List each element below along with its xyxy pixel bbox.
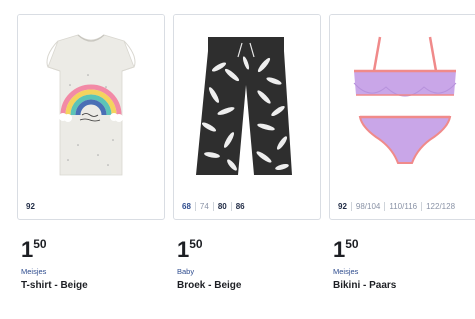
pants-image[interactable] xyxy=(174,15,320,199)
product-title[interactable]: T-shirt - Beige xyxy=(21,280,165,291)
product-title[interactable]: Bikini - Paars xyxy=(333,280,475,291)
price: 150 xyxy=(177,237,321,262)
product-category: Baby xyxy=(177,267,195,276)
price-integer: 1 xyxy=(333,237,345,262)
size-list: 68 74 80 86 xyxy=(182,202,249,211)
product-image-frame[interactable]: 92 xyxy=(17,14,165,220)
price: 150 xyxy=(333,237,475,262)
size-option[interactable]: 80 xyxy=(212,202,231,211)
size-list: 92 xyxy=(26,202,39,211)
price-decimal: 50 xyxy=(345,237,359,251)
size-option[interactable]: 92 xyxy=(26,202,39,211)
product-card-broek[interactable]: 68 74 80 86 150 Baby Broek - Beige xyxy=(173,14,321,291)
size-option-unavailable: 122/128 xyxy=(421,202,459,211)
size-option[interactable]: 86 xyxy=(230,202,249,211)
price-integer: 1 xyxy=(177,237,189,262)
product-card-bikini[interactable]: 92 98/104 110/116 122/128 150 Meisjes Bi… xyxy=(329,14,475,291)
size-option[interactable]: 92 xyxy=(338,202,351,211)
size-option-unavailable: 74 xyxy=(194,202,213,211)
price: 150 xyxy=(21,237,165,262)
price-decimal: 50 xyxy=(189,237,203,251)
product-title[interactable]: Broek - Beige xyxy=(177,280,321,291)
price-integer: 1 xyxy=(21,237,33,262)
product-card-tshirt[interactable]: 92 150 Meisjes T-shirt - Beige xyxy=(17,14,165,291)
product-image-frame[interactable]: 92 98/104 110/116 122/128 xyxy=(329,14,475,220)
product-category: Meisjes xyxy=(333,267,359,276)
size-option-unavailable: 110/116 xyxy=(384,202,421,211)
bikini-image[interactable] xyxy=(330,15,475,199)
product-image-frame[interactable]: 68 74 80 86 xyxy=(173,14,321,220)
size-option-unavailable: 98/104 xyxy=(350,202,384,211)
price-decimal: 50 xyxy=(33,237,47,251)
size-option[interactable]: 68 xyxy=(182,202,195,211)
tshirt-image[interactable] xyxy=(18,15,164,199)
size-list: 92 98/104 110/116 122/128 xyxy=(338,202,459,211)
product-category: Meisjes xyxy=(21,267,47,276)
